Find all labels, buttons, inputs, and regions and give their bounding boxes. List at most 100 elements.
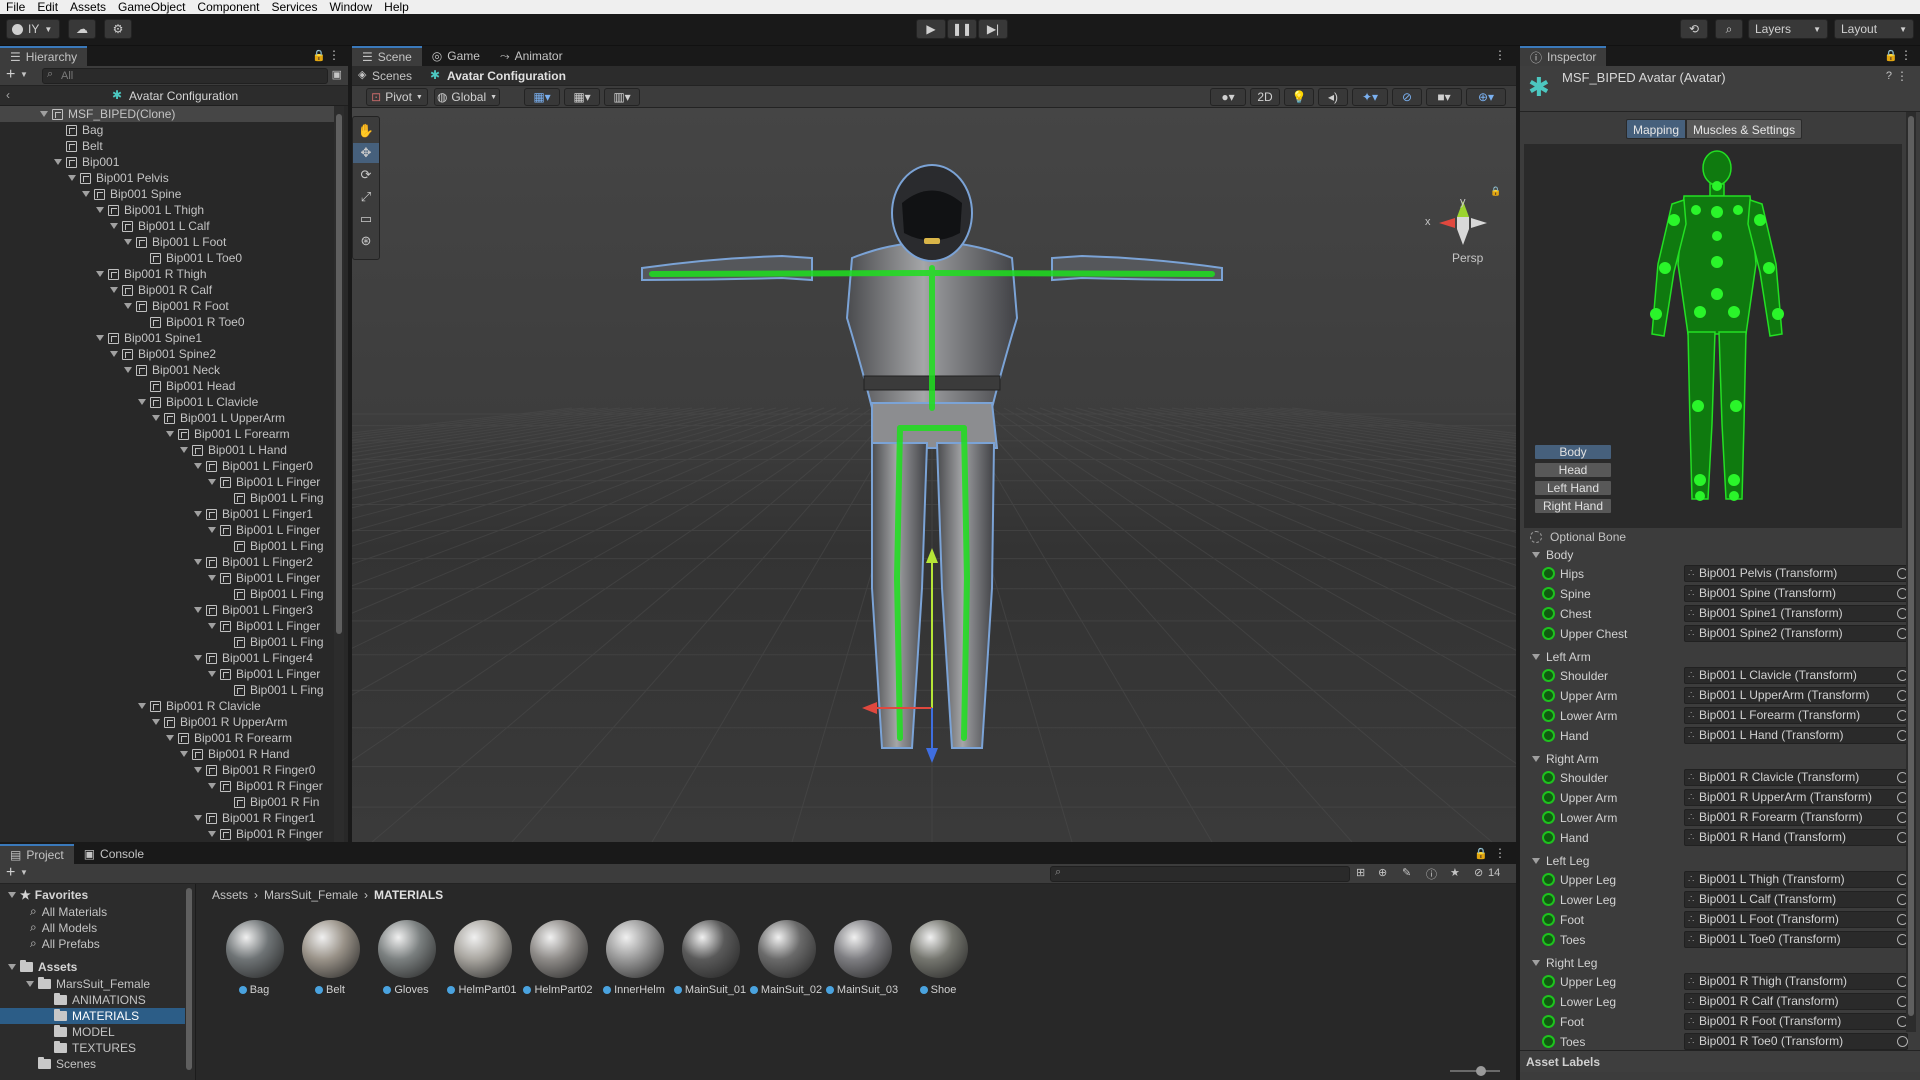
expand-arrow-icon[interactable] <box>54 159 62 165</box>
menu-component[interactable]: Component <box>191 0 265 14</box>
add-icon[interactable]: + <box>6 864 15 882</box>
expand-arrow-icon[interactable] <box>152 719 160 725</box>
hierarchy-item[interactable]: Bip001 R Finger <box>0 778 334 794</box>
expand-arrow-icon[interactable] <box>194 607 202 613</box>
undo-history-button[interactable]: ⟲ <box>1680 19 1708 39</box>
bone-status-icon[interactable] <box>1542 831 1555 844</box>
body-part-right-hand-button[interactable]: Right Hand <box>1534 498 1612 514</box>
bone-transform-field[interactable]: Bip001 Spine2 (Transform) <box>1684 625 1908 642</box>
hierarchy-item[interactable]: Bip001 R Finger1 <box>0 810 334 826</box>
bone-transform-field[interactable]: Bip001 R UpperArm (Transform) <box>1684 789 1908 806</box>
view-tool-button[interactable]: ✋ <box>353 121 379 141</box>
tab-scene[interactable]: ☰ Scene <box>352 46 422 66</box>
global-dropdown[interactable]: ◍ Global ▼ <box>434 88 500 106</box>
hierarchy-item[interactable]: Bip001 L Foot <box>0 234 334 250</box>
bone-status-icon[interactable] <box>1542 1015 1555 1028</box>
favorite-item[interactable]: ⌕ All Prefabs <box>30 936 100 951</box>
tab-hierarchy[interactable]: ☰ Hierarchy <box>0 46 88 66</box>
grid-settings-button[interactable]: ▦▾ <box>564 88 600 106</box>
bone-transform-field[interactable]: Bip001 Spine1 (Transform) <box>1684 605 1908 622</box>
assets-header[interactable]: Assets <box>8 960 77 974</box>
bone-status-icon[interactable] <box>1542 893 1555 906</box>
expand-arrow-icon[interactable] <box>68 175 76 181</box>
bone-transform-field[interactable]: Bip001 R Hand (Transform) <box>1684 829 1908 846</box>
account-dropdown[interactable]: IY ▼ <box>6 19 60 39</box>
hierarchy-item[interactable]: Bip001 L Fing <box>0 634 334 650</box>
tab-animator[interactable]: ⤳ Animator <box>490 46 573 66</box>
avatar-body-map[interactable]: Body Head Left Hand Right Hand <box>1524 144 1902 528</box>
hierarchy-item[interactable]: Bip001 L Finger <box>0 474 334 490</box>
hierarchy-item[interactable]: Bip001 Spine2 <box>0 346 334 362</box>
breadcrumb-scenes[interactable]: Scenes <box>372 69 412 83</box>
folder-item[interactable]: Scenes <box>0 1056 185 1072</box>
step-button[interactable]: ▶| <box>978 19 1008 39</box>
hierarchy-item[interactable]: Bip001 L Clavicle <box>0 394 334 410</box>
hierarchy-item[interactable]: Bip001 L Fing <box>0 682 334 698</box>
expand-arrow-icon[interactable] <box>208 831 216 837</box>
folder-item[interactable]: TEXTURES <box>0 1040 185 1056</box>
material-asset[interactable]: MainSuit_03 <box>832 920 898 1004</box>
lock-icon[interactable]: 🔒 <box>1884 49 1898 62</box>
expand-arrow-icon[interactable] <box>208 623 216 629</box>
search-button[interactable]: ⌕ <box>1715 19 1743 39</box>
bone-transform-field[interactable]: Bip001 R Toe0 (Transform) <box>1684 1033 1908 1050</box>
expand-arrow-icon[interactable] <box>96 271 104 277</box>
bone-status-icon[interactable] <box>1542 627 1555 640</box>
expand-arrow-icon[interactable] <box>208 575 216 581</box>
bone-transform-field[interactable]: Bip001 R Calf (Transform) <box>1684 993 1908 1010</box>
mapping-group-header[interactable]: Right Arm <box>1532 750 1599 768</box>
hierarchy-item[interactable]: Bip001 L Finger4 <box>0 650 334 666</box>
hierarchy-item[interactable]: Bip001 L Finger3 <box>0 602 334 618</box>
rotate-tool-button[interactable]: ⟳ <box>353 165 379 185</box>
bone-status-icon[interactable] <box>1542 771 1555 784</box>
menu-window[interactable]: Window <box>323 0 378 14</box>
folder-item[interactable]: MarsSuit_Female <box>0 976 185 992</box>
bone-transform-field[interactable]: Bip001 L Forearm (Transform) <box>1684 707 1908 724</box>
hierarchy-item[interactable]: Bip001 R Finger0 <box>0 762 334 778</box>
zoom-slider[interactable] <box>1450 1066 1500 1076</box>
filter-label-icon[interactable]: ⊕ <box>1378 866 1387 879</box>
expand-arrow-icon[interactable] <box>110 351 118 357</box>
bone-status-icon[interactable] <box>1542 567 1555 580</box>
expand-arrow-icon[interactable] <box>208 479 216 485</box>
bone-transform-field[interactable]: Bip001 L Hand (Transform) <box>1684 727 1908 744</box>
menu-help[interactable]: Help <box>378 0 415 14</box>
play-button[interactable]: ▶ <box>916 19 946 39</box>
move-tool-button[interactable]: ✥ <box>353 143 379 163</box>
add-icon[interactable]: + <box>6 66 15 84</box>
expand-arrow-icon[interactable] <box>138 703 146 709</box>
hierarchy-item[interactable]: Belt <box>0 138 334 154</box>
mapping-group-header[interactable]: Right Leg <box>1532 954 1597 972</box>
expand-arrow-icon[interactable] <box>138 399 146 405</box>
expand-arrow-icon[interactable] <box>208 527 216 533</box>
expand-arrow-icon[interactable] <box>194 511 202 517</box>
hierarchy-item[interactable]: Bip001 R Thigh <box>0 266 334 282</box>
bone-transform-field[interactable]: Bip001 Spine (Transform) <box>1684 585 1908 602</box>
effects-button[interactable]: ✦▾ <box>1352 88 1388 106</box>
expand-arrow-icon[interactable] <box>40 111 48 117</box>
project-search-input[interactable] <box>1050 866 1350 882</box>
material-asset[interactable]: Belt <box>300 920 360 1004</box>
tab-muscles-settings[interactable]: Muscles & Settings <box>1686 119 1803 139</box>
hierarchy-scrollbar[interactable] <box>334 106 344 842</box>
hierarchy-item[interactable]: Bip001 L UpperArm <box>0 410 334 426</box>
2d-toggle[interactable]: 2D <box>1250 88 1280 106</box>
folder-item[interactable]: MODEL <box>0 1024 185 1040</box>
menu-services[interactable]: Services <box>265 0 323 14</box>
hierarchy-item[interactable]: Bip001 L Finger <box>0 522 334 538</box>
hierarchy-item[interactable]: Bip001 L Finger <box>0 570 334 586</box>
expand-arrow-icon[interactable] <box>96 335 104 341</box>
expand-arrow-icon[interactable] <box>110 223 118 229</box>
expand-arrow-icon[interactable] <box>194 767 202 773</box>
pause-button[interactable]: ❚❚ <box>947 19 977 39</box>
tab-console[interactable]: ▣ Console <box>74 844 154 864</box>
expand-arrow-icon[interactable] <box>82 191 90 197</box>
body-part-head-button[interactable]: Head <box>1534 462 1612 478</box>
inspector-scrollbar[interactable] <box>1906 112 1916 1032</box>
grid-snapping-button[interactable]: ▦▾ <box>524 88 560 106</box>
bone-status-icon[interactable] <box>1542 995 1555 1008</box>
expand-arrow-icon[interactable] <box>208 783 216 789</box>
expand-arrow-icon[interactable] <box>194 815 202 821</box>
help-icon[interactable]: ? <box>1886 70 1892 82</box>
rect-tool-button[interactable]: ▭ <box>353 209 379 229</box>
